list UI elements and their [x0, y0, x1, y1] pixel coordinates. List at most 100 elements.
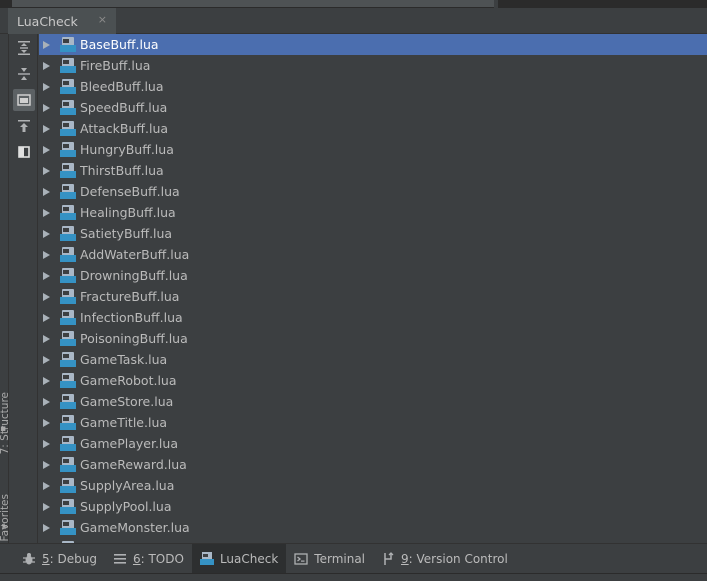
tree-row[interactable]: SatietyBuff.lua [39, 223, 707, 244]
expand-arrow-icon[interactable] [43, 271, 50, 280]
tree-row-label: SatietyBuff.lua [80, 226, 173, 241]
tree-row-label: HungryBuff.lua [80, 142, 174, 157]
tree-row-label: ThirstBuff.lua [80, 163, 164, 178]
tree-row[interactable]: DefenseBuff.lua [39, 181, 707, 202]
tree-row[interactable]: BleedBuff.lua [39, 76, 707, 97]
collapse-all-button[interactable] [13, 63, 35, 85]
tree-row-label: GameMonster.lua [80, 520, 190, 535]
expand-all-icon [18, 41, 30, 55]
tree-row[interactable]: HungryBuff.lua [39, 139, 707, 160]
expand-all-button[interactable] [13, 37, 35, 59]
tree-row[interactable]: AddWaterBuff.lua [39, 244, 707, 265]
expand-arrow-icon[interactable] [43, 460, 50, 469]
tree-row[interactable]: GameTitle.lua [39, 412, 707, 433]
structure-icon: ▪ [0, 424, 7, 434]
star-icon: ★ [0, 522, 9, 532]
scrollbar-thumb[interactable] [12, 0, 494, 7]
tree-row[interactable]: GameMonster.lua [39, 517, 707, 538]
expand-arrow-icon[interactable] [43, 439, 50, 448]
tool-window-tab-luacheck[interactable]: LuaCheck × [8, 8, 116, 34]
splitter[interactable] [494, 0, 498, 8]
bottom-tab-luacheck[interactable]: LuaCheck [191, 543, 287, 574]
expand-arrow-icon[interactable] [43, 187, 50, 196]
tree-row[interactable]: GameReward.lua [39, 454, 707, 475]
bottom-tab-label: Terminal [314, 551, 366, 566]
expand-arrow-icon[interactable] [43, 145, 50, 154]
expand-arrow-icon[interactable] [43, 292, 50, 301]
tree-row[interactable]: BaseBuff.lua [39, 34, 707, 55]
preview-panel-icon [18, 146, 30, 158]
tree-row-label: SpeedBuff.lua [80, 100, 168, 115]
expand-arrow-icon[interactable] [43, 40, 50, 49]
expand-arrow-icon[interactable] [43, 355, 50, 364]
tab-shortcut-key: 5 [42, 551, 50, 566]
tree-row-label: GameTask.lua [80, 352, 168, 367]
lua-file-icon [60, 36, 76, 53]
status-bar [0, 573, 707, 581]
lua-file-icon [60, 309, 76, 326]
left-tool-stripe: 7: Structure 2: Favorites ▪ ★ [0, 34, 11, 555]
bottom-tab-version-control[interactable]: 9: Version Control [373, 544, 516, 574]
expand-arrow-icon[interactable] [43, 397, 50, 406]
preview-panel-button[interactable] [13, 141, 35, 163]
bottom-tab-label: : Version Control [408, 551, 508, 566]
expand-arrow-icon[interactable] [43, 208, 50, 217]
expand-arrow-icon[interactable] [43, 250, 50, 259]
expand-arrow-icon[interactable] [43, 313, 50, 322]
tree-row[interactable]: GamePlayer.lua [39, 433, 707, 454]
tree-row[interactable]: HealingBuff.lua [39, 202, 707, 223]
tree-row[interactable]: GameRobot.lua [39, 370, 707, 391]
tree-row-label: SupplyArea.lua [80, 478, 175, 493]
bottom-tab-todo[interactable]: 6: TODO [105, 544, 192, 574]
lua-file-icon [60, 351, 76, 368]
tree-row[interactable]: SpeedBuff.lua [39, 97, 707, 118]
group-by-folder-button[interactable] [13, 89, 35, 111]
lua-file-icon [60, 477, 76, 494]
tree-row[interactable]: InfectionBuff.lua [39, 307, 707, 328]
bottom-tab-label: LuaCheck [219, 551, 279, 566]
expand-arrow-icon[interactable] [43, 124, 50, 133]
expand-arrow-icon[interactable] [43, 229, 50, 238]
bottom-tab-label: : TODO [140, 551, 184, 566]
expand-arrow-icon[interactable] [43, 481, 50, 490]
bottom-tab-debug[interactable]: 5: Debug [14, 544, 105, 574]
luacheck-file-tree[interactable]: BaseBuff.lua FireBuff.lua BleedBuff.lua Spe… [39, 34, 707, 543]
tree-row-label: DefenseBuff.lua [80, 184, 180, 199]
expand-arrow-icon[interactable] [43, 376, 50, 385]
tree-row-label: GameStore.lua [80, 394, 174, 409]
close-icon[interactable]: × [98, 13, 107, 26]
lua-file-icon [60, 57, 76, 74]
editor-horizontal-scrollbar[interactable] [0, 0, 707, 8]
tree-row[interactable]: GameStore.lua [39, 391, 707, 412]
todo-icon [113, 552, 127, 566]
expand-arrow-icon[interactable] [43, 418, 50, 427]
tree-row[interactable]: FireBuff.lua [39, 55, 707, 76]
bottom-tab-terminal[interactable]: Terminal [286, 544, 373, 574]
expand-arrow-icon[interactable] [43, 502, 50, 511]
tree-row[interactable]: PoisoningBuff.lua [39, 328, 707, 349]
tree-row[interactable]: AttackBuff.lua [39, 118, 707, 139]
tree-row[interactable]: DrowningBuff.lua [39, 265, 707, 286]
tree-row[interactable]: SupplyPool.lua [39, 496, 707, 517]
autoscroll-to-source-button[interactable] [13, 115, 35, 137]
bug-icon [22, 552, 36, 566]
expand-arrow-icon[interactable] [43, 103, 50, 112]
group-by-folder-icon [17, 94, 31, 106]
tree-row-label: FractureBuff.lua [80, 289, 180, 304]
expand-arrow-icon[interactable] [43, 82, 50, 91]
tab-shortcut-key: 6 [132, 551, 141, 566]
lua-file-icon [60, 456, 76, 473]
expand-arrow-icon[interactable] [43, 166, 50, 175]
tree-row-label: SupplyPool.lua [80, 499, 172, 514]
expand-arrow-icon[interactable] [43, 334, 50, 343]
tree-row[interactable]: ThirstBuff.lua [39, 160, 707, 181]
lua-file-icon [60, 120, 76, 137]
lua-file-icon [60, 288, 76, 305]
tree-row-label: BaseBuff.lua [80, 37, 159, 52]
lua-file-icon [60, 204, 76, 221]
expand-arrow-icon[interactable] [43, 523, 50, 532]
tree-row[interactable]: FractureBuff.lua [39, 286, 707, 307]
tree-row[interactable]: SupplyArea.lua [39, 475, 707, 496]
expand-arrow-icon[interactable] [43, 61, 50, 70]
tree-row[interactable]: GameTask.lua [39, 349, 707, 370]
